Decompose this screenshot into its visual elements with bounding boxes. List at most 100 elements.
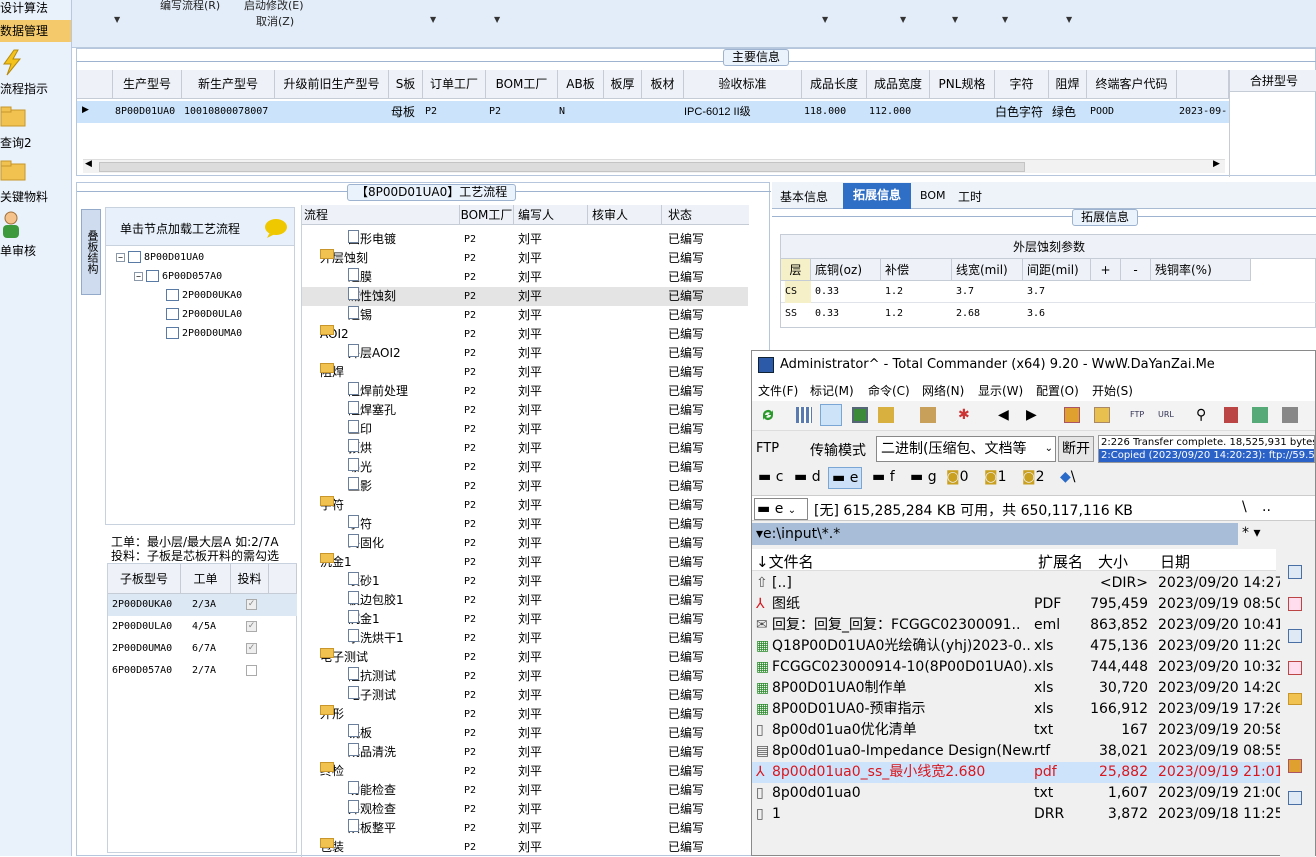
tree-node[interactable]: −6P00D057A0 (134, 269, 222, 285)
refresh-icon[interactable] (760, 407, 776, 423)
col-header[interactable]: 成品宽度 (867, 70, 930, 99)
edit-icon[interactable] (1288, 791, 1302, 805)
sidebar-item-review[interactable]: 单审核 (0, 242, 71, 259)
menu-start[interactable]: 开始(S) (1092, 382, 1133, 399)
process-row[interactable]: 碱性蚀刻 P2 刘平 已编写 (302, 287, 748, 306)
file-row[interactable]: ▯ 8p00d01ua0优化清单 txt 167 2023/09/19 20:58 (752, 720, 1282, 741)
dropdown-arrow-icon[interactable]: ▼ (1002, 15, 1008, 24)
col-header[interactable]: 订单工厂 (423, 70, 486, 99)
process-row[interactable]: 沉金1 P2 刘平 已编写 (302, 610, 748, 629)
invert-selection-icon[interactable] (920, 407, 936, 423)
file-row[interactable]: ▯ 8p00d01ua0 txt 1,607 2023/09/19 21:00 (752, 783, 1282, 804)
file-row[interactable]: ▤ 8p00d01ua0-Impedance Design(New.. rtf 38,… (752, 741, 1282, 762)
ftp-connect-icon[interactable]: FTP (1130, 407, 1146, 423)
col-header[interactable]: 线宽(mil) (952, 259, 1023, 281)
file-row[interactable]: ▦ Q18P00D01UA0光绘确认(yhj)2023-0.. xls 475,136… (752, 636, 1282, 657)
file-row[interactable]: ⅄ 8p00d01ua0_ss_最小线宽2.680 pdf 25,882 2023/09… (752, 762, 1282, 783)
process-row[interactable]: 喷砂1 P2 刘平 已编写 (302, 572, 748, 591)
forward-icon[interactable]: ▶ (1026, 407, 1042, 423)
file-row[interactable]: ▯ 1 DRR 3,872 2023/09/18 11:25 (752, 804, 1282, 825)
process-row[interactable]: −沉金1 P2 刘平 已编写 (302, 553, 748, 572)
sidebar-item-key-material[interactable]: 关键物料 (0, 188, 71, 205)
col-header[interactable]: PNL规格 (930, 70, 995, 99)
file-row[interactable]: ▦ 8P00D01UA0-预审指示 xls 166,912 2023/09/19 17:… (752, 699, 1282, 720)
col-header[interactable]: 新生产型号 (182, 70, 275, 99)
dropdown-arrow-icon[interactable]: ▼ (900, 15, 906, 24)
col-name[interactable]: ↓文件名 (756, 551, 814, 572)
col-header[interactable]: BOM工厂 (486, 70, 558, 99)
transfer-mode-select[interactable]: 二进制(压缩包、文档等 ⌄ (876, 436, 1056, 462)
file-row[interactable]: ▦ FCGGC023000914-10(8P00D01UA0).. xls 744,4… (752, 657, 1282, 678)
ftp-log[interactable]: 2:226 Transfer complete. 18,525,931 byte… (1098, 435, 1315, 463)
dropdown-arrow-icon[interactable]: ▼ (114, 15, 120, 24)
thumbnail-icon[interactable] (852, 407, 868, 423)
multi-rename-icon[interactable] (1224, 407, 1238, 423)
table-row[interactable]: SS 0.33 1.2 2.68 3.6 (781, 303, 1316, 325)
feed-checkbox[interactable]: ✓ (246, 621, 257, 632)
filter-box[interactable]: * ▾ (1242, 525, 1260, 541)
dropdown-arrow-icon[interactable]: ▼ (494, 15, 500, 24)
process-row[interactable]: −外形 P2 刘平 已编写 (302, 705, 748, 724)
sidebar-item-design-algo[interactable]: 设计算法 (0, 0, 71, 16)
col-header[interactable]: 成品长度 (802, 70, 867, 99)
cancel-menu[interactable]: 取消(Z) (256, 13, 294, 29)
process-row[interactable]: −AOI2 P2 刘平 已编写 (302, 325, 748, 344)
col-header[interactable]: 残铜率(%) (1151, 259, 1251, 281)
col-header[interactable]: 底铜(oz) (811, 259, 881, 281)
col-header[interactable]: 板厚 (604, 70, 642, 99)
col-header[interactable]: 生产型号 (113, 70, 182, 99)
col-header[interactable]: 阻焊 (1049, 70, 1087, 99)
new-folder-icon[interactable] (1288, 693, 1302, 705)
col-header[interactable]: 核审人 (588, 205, 662, 225)
sidebar-item-process[interactable]: 流程指示 (0, 80, 71, 97)
tab-work-hours[interactable]: 工时 (958, 188, 982, 205)
tree-node[interactable]: 2P00D0ULA0 (166, 307, 242, 323)
drive-2[interactable]: ◙2 (1022, 469, 1045, 485)
scroll-right-icon[interactable]: ▶ (1213, 159, 1220, 169)
col-header[interactable]: 验收标准 (684, 70, 802, 99)
col-header[interactable]: 工单 (181, 564, 231, 594)
drive-g[interactable]: ▬ g (910, 469, 937, 485)
process-row[interactable]: 板边包胶1 P2 刘平 已编写 (302, 591, 748, 610)
table-row[interactable]: ▶ 8P00D01UA0 10010800078007 母板 P2 P2 N I… (77, 101, 1229, 123)
start-modify-menu[interactable]: 启动修改(E) (244, 0, 304, 13)
process-row[interactable]: 外观检查 P2 刘平 已编写 (302, 800, 748, 819)
archive-icon[interactable] (1288, 759, 1302, 773)
process-row[interactable]: −外层蚀刻 P2 刘平 已编写 (302, 249, 748, 268)
process-row[interactable]: 阻抗测试 P2 刘平 已编写 (302, 667, 748, 686)
search-icon[interactable] (1288, 565, 1302, 579)
drive-c[interactable]: ▬ c (758, 469, 783, 485)
col-header[interactable]: - (1121, 259, 1151, 281)
back-icon[interactable]: ◀ (998, 407, 1014, 423)
up-dir-button[interactable]: .. (1262, 499, 1271, 515)
disconnect-button[interactable]: 断开 (1058, 436, 1094, 462)
process-row[interactable]: 电子测试 P2 刘平 已编写 (302, 686, 748, 705)
dropdown-arrow-icon[interactable]: ▼ (952, 15, 958, 24)
sidebar-item-query2[interactable]: 查询2 (0, 134, 71, 151)
col-header[interactable]: 间距(mil) (1023, 259, 1091, 281)
process-row[interactable]: 成品清洗 P2 刘平 已编写 (302, 743, 748, 762)
tab-bom[interactable]: BOM (920, 189, 946, 202)
menu-mark[interactable]: 标记(M) (810, 382, 854, 399)
col-header[interactable]: 子板型号 (108, 564, 181, 594)
process-row[interactable]: 外层AOI2 P2 刘平 已编写 (302, 344, 748, 363)
col-date[interactable]: 日期 (1160, 551, 1190, 572)
file-row[interactable]: ✉ 回复：回复_回复：FCGGC02300091.. eml 863,852 2023/… (752, 615, 1282, 636)
process-row[interactable]: −终检 P2 刘平 已编写 (302, 762, 748, 781)
col-header[interactable]: 编写人 (514, 205, 588, 225)
file-row[interactable]: ⇧ [..] <DIR> 2023/09/20 14:27 (752, 573, 1282, 594)
process-row[interactable]: 显影 P2 刘平 已编写 (302, 477, 748, 496)
tree-node-root[interactable]: −8P00D01UA0 (116, 250, 204, 266)
process-row[interactable]: 阻焊塞孔 P2 刘平 已编写 (302, 401, 748, 420)
root-dir-button[interactable]: \ (1242, 499, 1247, 515)
process-row[interactable]: 丝印 P2 刘平 已编写 (302, 420, 748, 439)
dropdown-arrow-icon[interactable]: ▼ (822, 15, 828, 24)
settings-icon[interactable] (1282, 407, 1298, 423)
process-row[interactable]: 烘板整平 P2 刘平 已编写 (302, 819, 748, 838)
table-row[interactable]: 2P00D0ULA0 4/5A ✓ (108, 616, 297, 638)
drive-f[interactable]: ▬ f (872, 469, 895, 485)
col-header[interactable]: 升级前旧生产型号 (275, 70, 389, 99)
drive-network[interactable]: ◆\ (1060, 469, 1076, 485)
current-path[interactable]: ▾e:\input\*.* (752, 523, 1238, 545)
drive-select[interactable]: ▬ e ⌄ (754, 498, 808, 520)
